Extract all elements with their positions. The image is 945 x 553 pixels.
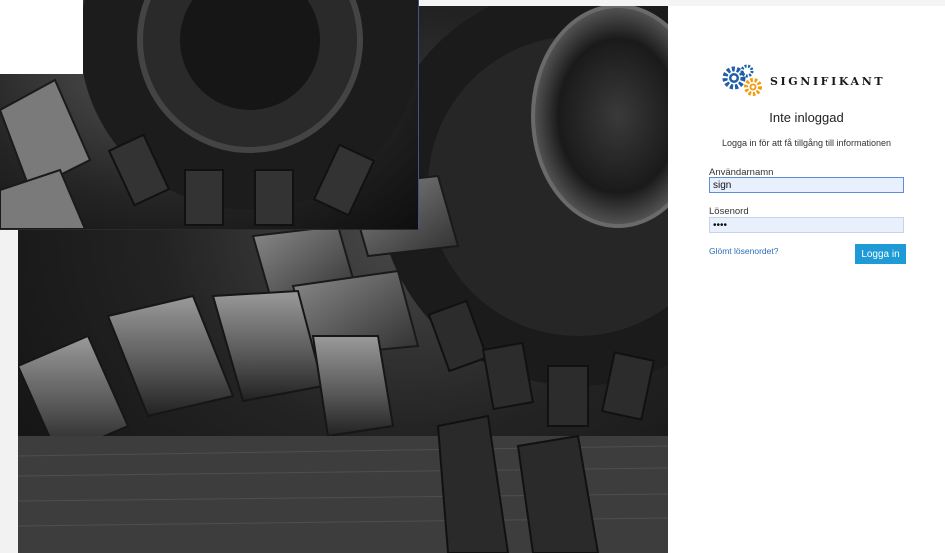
brand-name: SIGNIFIKANT [770, 74, 886, 88]
login-page: SIGNIFIKANT Inte inloggad Logga in för a… [0, 0, 945, 553]
signifikant-logo: SIGNIFIKANT [720, 64, 885, 98]
forgot-password-link[interactable]: Glömt lösenordet? [709, 246, 778, 256]
white-corner-block [0, 0, 83, 74]
gears-icon [722, 64, 762, 96]
username-input[interactable] [709, 177, 904, 193]
login-button[interactable]: Logga in [855, 244, 906, 264]
password-input[interactable] [709, 217, 904, 233]
password-label: Lösenord [709, 206, 749, 217]
page-title: Inte inloggad [769, 110, 844, 125]
login-panel: SIGNIFIKANT Inte inloggad Logga in för a… [668, 6, 945, 553]
login-subtitle: Logga in för att få tillgång till inform… [721, 138, 892, 148]
